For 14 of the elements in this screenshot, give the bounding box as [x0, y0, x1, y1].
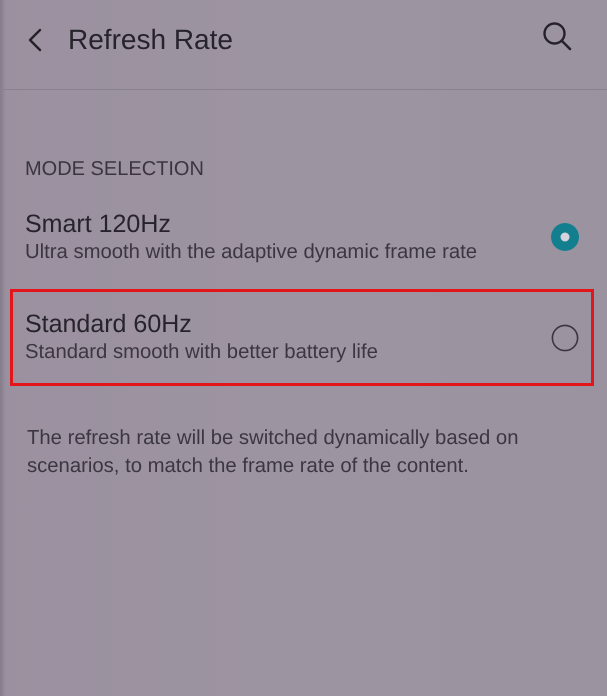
option-subtitle: Standard smooth with better battery life: [25, 340, 378, 365]
back-button[interactable]: [26, 26, 44, 54]
section-label: MODE SELECTION: [25, 157, 205, 181]
mode-option[interactable]: Standard 60Hz Standard smooth with better battery life: [10, 289, 594, 386]
mode-option[interactable]: Smart 120Hz Ultra smooth with the adaptive dynamic frame rate: [10, 204, 594, 270]
option-title: Standard 60Hz: [25, 310, 192, 339]
option-subtitle: Ultra smooth with the adaptive dynamic frame rate: [25, 240, 478, 264]
option-title: Smart 120Hz: [25, 210, 171, 238]
radio-unselected-icon[interactable]: [551, 324, 579, 352]
search-icon: [542, 21, 572, 51]
chevron-left-icon: [28, 28, 42, 52]
page-title: Refresh Rate: [68, 24, 234, 56]
radio-selected-icon[interactable]: [551, 223, 579, 251]
description-text: The refresh rate will be switched dynamically based on scenarios, to match the frame rate of the content.: [27, 426, 520, 479]
